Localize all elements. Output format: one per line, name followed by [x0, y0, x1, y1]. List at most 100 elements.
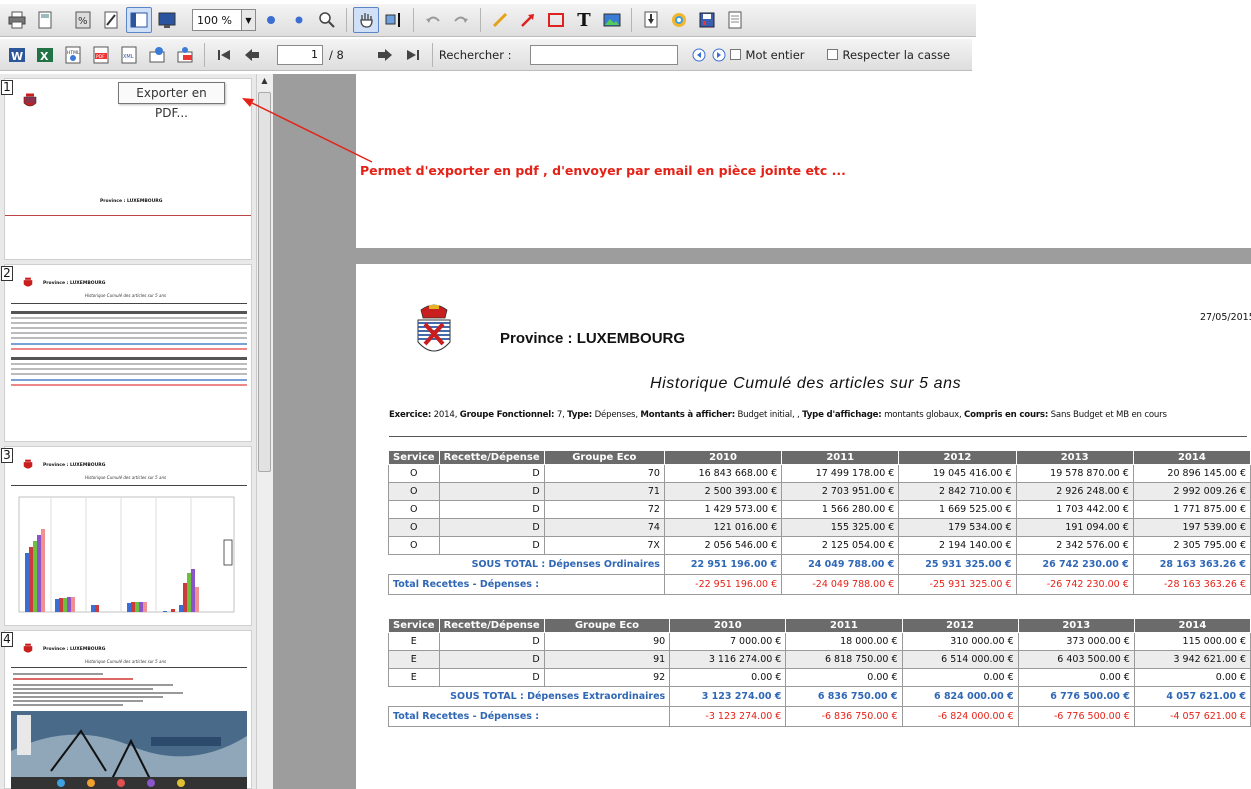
print-icon[interactable] [4, 7, 30, 33]
thumbnail-page-2[interactable]: Province : LUXEMBOURG Historique Cumulé … [4, 264, 252, 442]
total-row: Total Recettes - Dépenses : -22 951 196.0… [388, 574, 1251, 595]
column-header: Service [388, 618, 440, 633]
table-cell: 2 703 951.00 € [781, 482, 900, 501]
send-email-icon[interactable] [144, 42, 170, 68]
thumbnail-table-row [11, 343, 247, 345]
filter-key: Type d'affichage: [802, 410, 882, 420]
table-cell: 91 [543, 650, 671, 669]
excel-export-icon[interactable]: X [32, 42, 58, 68]
zoom-in-icon[interactable] [258, 7, 284, 33]
table-cell: 0.00 € [669, 668, 787, 687]
pdf-export-icon[interactable]: PDF [88, 42, 114, 68]
ordinary-expenses-table: Service Recette/Dépense Groupe Eco 2010 2011… [388, 450, 1251, 595]
thumbnail-page-4[interactable]: Province : LUXEMBOURG Historique Cumulé … [4, 630, 252, 789]
undo-icon[interactable] [420, 7, 446, 33]
table-cell: 2 194 140.00 € [898, 536, 1017, 555]
table-cell: 1 669 525.00 € [898, 500, 1017, 519]
thumbnail-subtitle: Historique Cumulé des articles sur 5 ans [85, 475, 167, 480]
table-cell: 0.00 € [1017, 668, 1135, 687]
thumbnail-subtitle: Historique Cumulé des articles sur 5 ans [85, 659, 167, 664]
table-cell: 19 578 870.00 € [1015, 464, 1134, 483]
total-label: Total Recettes - Dépenses : [387, 706, 671, 727]
table-cell: 70 [543, 464, 665, 483]
whole-word-checkbox[interactable] [729, 49, 741, 60]
document-icon[interactable] [722, 7, 748, 33]
thumbnail-website-screenshot [11, 711, 247, 789]
table-cell: D [438, 668, 545, 687]
color-wheel-icon[interactable] [666, 7, 692, 33]
match-case-checkbox[interactable] [826, 49, 838, 60]
page-number-input[interactable]: 1 [277, 44, 323, 65]
table-cell: O [388, 500, 440, 519]
total-row: Total Recettes - Dépenses : -3 123 274.00… [387, 706, 1251, 727]
full-screen-icon[interactable] [154, 7, 180, 33]
email-pdf-icon[interactable] [172, 42, 198, 68]
magnifier-icon[interactable] [314, 7, 340, 33]
table-cell: 2 056 546.00 € [663, 536, 783, 555]
edit-page-icon[interactable] [98, 7, 124, 33]
crest-icon [23, 93, 37, 107]
column-header: 2013 [1017, 618, 1135, 633]
thumbnail-divider [11, 485, 247, 486]
table-row: E D 90 7 000.00 €18 000.00 €310 000.00 €373… [388, 632, 1251, 651]
crest-icon [23, 277, 33, 287]
search-input[interactable] [529, 44, 678, 65]
arrow-tool-icon[interactable] [515, 7, 541, 33]
last-page-icon[interactable] [400, 42, 426, 68]
image-tool-icon[interactable] [599, 7, 625, 33]
zoom-out-icon[interactable] [286, 7, 312, 33]
word-export-icon[interactable]: W [4, 42, 30, 68]
thumbnail-number: 3 [1, 448, 13, 463]
text-tool-icon[interactable]: T [571, 7, 597, 33]
thumbnail-subtitle: Historique Cumulé des articles sur 5 ans [85, 293, 167, 298]
table-cell: D [438, 482, 545, 501]
main-toolbar: % 100 % ▼ T [0, 4, 976, 37]
column-header: 2013 [1015, 450, 1134, 465]
total-value: -24 049 788.00 € [781, 574, 900, 595]
next-page-icon[interactable] [372, 42, 398, 68]
table-cell: 2 305 795.00 € [1132, 536, 1251, 555]
html-export-icon[interactable]: HTML [60, 42, 86, 68]
text-select-icon[interactable] [381, 7, 407, 33]
page-settings-icon[interactable]: % [70, 7, 96, 33]
chevron-down-icon[interactable]: ▼ [241, 10, 255, 30]
subtotal-label: SOUS TOTAL : Dépenses Ordinaires [388, 554, 665, 575]
table-cell: 3 942 621.00 € [1133, 650, 1251, 669]
table-cell: 2 842 710.00 € [898, 482, 1017, 501]
thumbnail-page-1[interactable]: Province : LUXEMBOURG [4, 78, 252, 260]
rectangle-tool-icon[interactable] [543, 7, 569, 33]
export-pdf-icon[interactable] [638, 7, 664, 33]
search-prev-icon[interactable] [690, 42, 708, 68]
thumbnail-page-3[interactable]: Province : LUXEMBOURG Historique Cumulé … [4, 446, 252, 626]
subtotal-value: 28 163 363.26 € [1132, 554, 1251, 575]
pencil-icon[interactable] [487, 7, 513, 33]
table-cell: 92 [543, 668, 671, 687]
first-page-icon[interactable] [211, 42, 237, 68]
whole-word-label: Mot entier [745, 47, 805, 62]
table-row: E D 92 0.00 €0.00 €0.00 €0.00 €0.00 € [388, 668, 1251, 687]
table-cell: 2 342 576.00 € [1015, 536, 1134, 555]
thumbnails-toggle-icon[interactable] [126, 7, 152, 33]
table-cell: D [438, 632, 545, 651]
table-cell: 1 429 573.00 € [663, 500, 783, 519]
hand-tool-icon[interactable] [353, 7, 379, 33]
search-next-icon[interactable] [710, 42, 728, 68]
table-cell: 1 566 280.00 € [781, 500, 900, 519]
table-cell: 155 325.00 € [781, 518, 900, 537]
table-cell: 373 000.00 € [1017, 632, 1135, 651]
scroll-up-icon[interactable]: ▲ [257, 76, 272, 88]
page-total: / 8 [329, 47, 344, 62]
save-icon[interactable] [694, 7, 720, 33]
page-setup-icon[interactable] [32, 7, 58, 33]
table-cell: D [438, 500, 545, 519]
report-filters: Exercice: 2014, Groupe Fonctionnel: 7, T… [389, 410, 1167, 420]
table-cell: D [438, 536, 545, 555]
page-separator [356, 248, 1251, 264]
column-header: Recette/Dépense [438, 450, 545, 465]
zoom-select[interactable]: 100 % ▼ [192, 9, 256, 31]
redo-icon[interactable] [448, 7, 474, 33]
table-cell: 2 926 248.00 € [1015, 482, 1134, 501]
filter-key: Type: [567, 410, 593, 420]
prev-page-icon[interactable] [239, 42, 265, 68]
xml-export-icon[interactable]: XML [116, 42, 142, 68]
